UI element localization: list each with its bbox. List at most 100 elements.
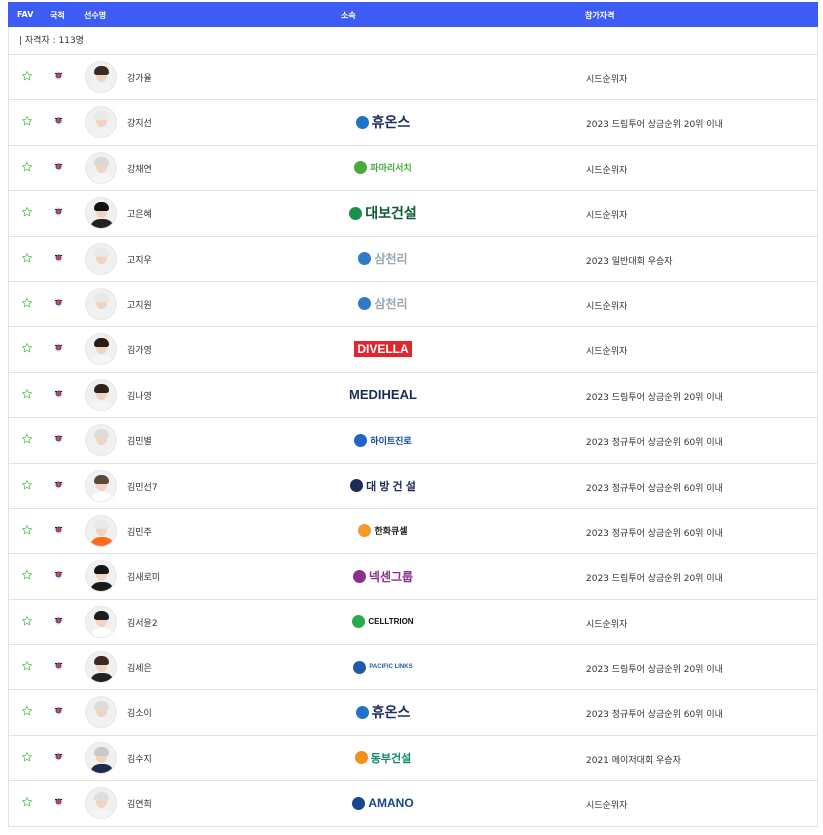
favorite-star-icon[interactable]: [21, 70, 33, 82]
table-row[interactable]: 강채연 파마리서치 시드순위자: [8, 145, 818, 192]
sponsor-logo-휴온스: 휴온스: [343, 702, 423, 722]
qualification: 시드순위자: [586, 75, 628, 85]
favorite-star-icon[interactable]: [21, 796, 33, 808]
favorite-star-icon[interactable]: [21, 569, 33, 581]
player-name[interactable]: 김가영: [127, 343, 152, 356]
korea-flag-icon: [54, 570, 63, 580]
player-name[interactable]: 김세은: [127, 661, 152, 674]
favorite-star-icon[interactable]: [21, 115, 33, 127]
player-name[interactable]: 김민선7: [127, 480, 158, 493]
player-name[interactable]: 김소이: [127, 706, 152, 719]
sponsor-logo-대보건설: 대보건설: [343, 203, 423, 223]
player-list-page: FAV 국적 선수명 소속 참가자격 | 자격자 : 113명 강가율 시드순위자…: [0, 0, 823, 835]
table-row[interactable]: 강가율 시드순위자: [8, 55, 818, 101]
korea-flag-icon: [54, 524, 63, 534]
player-name[interactable]: 김민별: [127, 434, 152, 447]
avatar[interactable]: [85, 741, 117, 774]
favorite-star-icon[interactable]: [21, 161, 33, 173]
qualification: 2023 일반대회 우승자: [586, 256, 673, 267]
player-name[interactable]: 김새로미: [127, 570, 160, 583]
table-row[interactable]: 김나영 MEDIHEAL 2023 드림투어 상금순위 20위 이내: [8, 372, 818, 419]
sponsor-name: 삼천리: [374, 252, 408, 267]
sponsor-mark-icon: [355, 115, 369, 129]
player-name[interactable]: 고지우: [127, 253, 152, 266]
sponsor-logo-celltrion: CELLTRION: [343, 612, 423, 632]
avatar[interactable]: [85, 469, 117, 502]
avatar[interactable]: [85, 106, 117, 139]
table-row[interactable]: 김소이 휴온스 2023 정규투어 상금순위 60위 이내: [8, 690, 818, 736]
avatar[interactable]: [85, 378, 117, 411]
sponsor-name: PACIFIC LINKS: [369, 664, 413, 671]
favorite-star-icon[interactable]: [21, 660, 33, 672]
player-name[interactable]: 김서윤2: [127, 616, 158, 629]
avatar[interactable]: [85, 696, 117, 729]
favorite-star-icon[interactable]: [21, 615, 33, 627]
table-row[interactable]: 김세은 PACIFIC LINKS 2023 드림투어 상금순위 20위 이내: [8, 645, 818, 691]
avatar[interactable]: [85, 333, 117, 366]
player-name[interactable]: 김연희: [127, 797, 152, 810]
player-name[interactable]: 강가율: [127, 71, 152, 84]
player-name[interactable]: 고지원: [127, 298, 152, 311]
table-row[interactable]: 김민주 한화큐셀 2023 정규투어 상금순위 60위 이내: [8, 508, 818, 555]
qualification: 2023 드림투어 상금순위 20위 이내: [586, 665, 723, 676]
table-row[interactable]: 고은혜 대보건설 시드순위자: [8, 191, 818, 237]
table-row[interactable]: 김수지 동부건설 2021 메이저대회 우승자: [8, 735, 818, 782]
player-name[interactable]: 김수지: [127, 752, 152, 765]
favorite-star-icon[interactable]: [21, 388, 33, 400]
table-row[interactable]: 김연희 AMANO 시드순위자: [8, 781, 818, 827]
header-affiliation[interactable]: 소속: [341, 10, 356, 21]
favorite-star-icon[interactable]: [21, 479, 33, 491]
table-row[interactable]: 김민선7 대 방 건 설 2023 정규투어 상금순위 60위 이내: [8, 463, 818, 509]
player-name[interactable]: 고은혜: [127, 207, 152, 220]
favorite-star-icon[interactable]: [21, 297, 33, 309]
qualification: 2021 메이저대회 우승자: [586, 755, 681, 766]
avatar[interactable]: [85, 287, 117, 320]
favorite-star-icon[interactable]: [21, 206, 33, 218]
avatar[interactable]: [85, 61, 117, 93]
table-row[interactable]: 김서윤2 CELLTRION 시드순위자: [8, 599, 818, 646]
sponsor-name: 대 방 건 설: [366, 480, 416, 493]
header-qualification[interactable]: 참가자격: [585, 10, 614, 21]
avatar[interactable]: [85, 514, 117, 547]
avatar[interactable]: [85, 560, 117, 593]
qualification: 시드순위자: [586, 619, 628, 630]
sponsor-logo-pacific-links: PACIFIC LINKS: [343, 657, 423, 677]
sponsor-logo-divella: DIVELLA: [343, 339, 423, 359]
header-nationality[interactable]: 국적: [50, 10, 65, 21]
avatar[interactable]: [85, 605, 117, 638]
avatar[interactable]: [85, 787, 117, 820]
qualification: 2023 드림투어 상금순위 20위 이내: [586, 574, 723, 585]
player-name[interactable]: 김민주: [127, 525, 152, 538]
table-row[interactable]: 고지우 삼천리 2023 일반대회 우승자: [8, 236, 818, 282]
favorite-star-icon[interactable]: [21, 252, 33, 264]
player-name[interactable]: 강지선: [127, 116, 152, 129]
player-name[interactable]: 강채연: [127, 162, 152, 175]
favorite-star-icon[interactable]: [21, 433, 33, 445]
favorite-star-icon[interactable]: [21, 524, 33, 536]
player-name[interactable]: 김나영: [127, 389, 152, 402]
korea-flag-icon: [54, 751, 63, 761]
favorite-star-icon[interactable]: [21, 705, 33, 717]
avatar[interactable]: [85, 197, 117, 230]
sponsor-mark-icon: [352, 615, 366, 629]
avatar[interactable]: [85, 242, 117, 275]
table-row[interactable]: 강지선 휴온스 2023 드림투어 상금순위 20위 이내: [8, 100, 818, 146]
header-fav[interactable]: FAV: [17, 10, 33, 19]
table-row[interactable]: 고지원 삼천리 시드순위자: [8, 281, 818, 328]
qualification: 2023 정규투어 상금순위 60위 이내: [586, 528, 723, 539]
avatar[interactable]: [85, 424, 117, 457]
avatar[interactable]: [85, 651, 117, 684]
sponsor-name: 하이트진로: [370, 435, 412, 446]
header-player[interactable]: 선수명: [84, 10, 106, 21]
table-row[interactable]: 김가영 DIVELLA 시드순위자: [8, 327, 818, 373]
sponsor-name: CELLTRION: [368, 617, 414, 627]
korea-flag-icon: [54, 116, 63, 126]
sponsor-mark-icon: [358, 297, 372, 311]
favorite-star-icon[interactable]: [21, 751, 33, 763]
avatar[interactable]: [85, 151, 117, 184]
sponsor-logo-한화큐셀: 한화큐셀: [343, 521, 423, 541]
table-row[interactable]: 김민별 하이트진로 2023 정규투어 상금순위 60위 이내: [8, 418, 818, 464]
qualification: 시드순위자: [586, 301, 628, 312]
table-row[interactable]: 김새로미 넥센그룹 2023 드림투어 상금순위 20위 이내: [8, 554, 818, 600]
favorite-star-icon[interactable]: [21, 342, 33, 354]
